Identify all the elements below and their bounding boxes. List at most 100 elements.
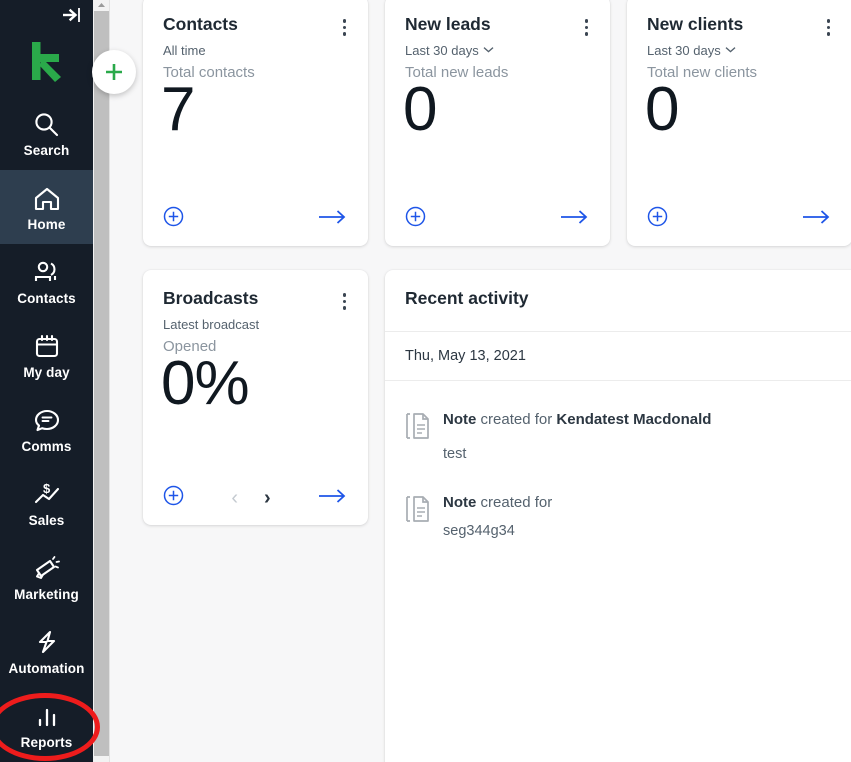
card-metric-value: 7 (161, 74, 195, 144)
card-menu-button[interactable] (339, 288, 351, 315)
sidebar-item-label: Search (23, 143, 70, 159)
sidebar-item-automation[interactable]: Automation (0, 614, 93, 688)
activity-description: Note created for Kendatest Macdonald (443, 411, 711, 428)
card-metric-value: 0% (161, 348, 250, 418)
sidebar-item-label: Marketing (14, 587, 79, 603)
sidebar-item-search[interactable]: Search (0, 96, 93, 170)
card-menu-button[interactable] (339, 14, 351, 41)
activity-connector: created for (480, 493, 553, 511)
main-content: Contacts All time Total contacts 7 New l… (110, 0, 851, 762)
sidebar-item-label: Contacts (17, 291, 76, 307)
add-new-button[interactable] (92, 50, 136, 94)
card-title: Broadcasts (163, 288, 259, 308)
card-footer: ‹ › (143, 485, 368, 511)
calendar-icon (33, 330, 61, 360)
page-scrollbar[interactable] (93, 0, 110, 762)
sidebar-item-contacts[interactable]: Contacts (0, 244, 93, 318)
activity-body: Note created for Kendatest Macdonald tes… (439, 409, 851, 462)
svg-text:$: $ (43, 481, 51, 496)
card-metric-value: 0 (645, 74, 679, 144)
card-header: New clients (627, 0, 851, 41)
arrow-right-icon[interactable] (802, 209, 832, 230)
lightning-bolt-icon (33, 626, 61, 656)
activity-list: Note created for Kendatest Macdonald tes… (385, 381, 851, 539)
plus-circle-icon[interactable] (647, 206, 668, 232)
card-title: New clients (647, 14, 744, 34)
card-contacts[interactable]: Contacts All time Total contacts 7 (143, 0, 368, 246)
sidebar-item-label: Home (27, 217, 66, 233)
card-period-label: Latest broadcast (163, 316, 260, 332)
keap-logo[interactable] (0, 30, 93, 92)
card-metric-value: 0 (403, 74, 437, 144)
plus-circle-icon[interactable] (163, 206, 184, 232)
chat-bubble-icon (33, 404, 61, 434)
activity-type: Note (443, 410, 477, 428)
activity-connector: created for (480, 410, 553, 428)
arrow-right-icon[interactable] (560, 209, 590, 230)
note-document-icon (405, 492, 439, 539)
card-recent-activity: Recent activity Thu, May 13, 2021 Note c… (385, 270, 851, 762)
card-new-clients[interactable]: New clients Last 30 days Total new clien… (627, 0, 851, 246)
card-period-label: Last 30 days (405, 42, 479, 58)
sidebar-item-label: Automation (8, 661, 85, 677)
sidebar-item-home[interactable]: Home (0, 170, 93, 244)
card-period-dropdown[interactable]: Last 30 days (385, 41, 610, 58)
sidebar-collapse-button[interactable] (0, 0, 93, 30)
sidebar-item-my-day[interactable]: My day (0, 318, 93, 392)
card-header: New leads (385, 0, 610, 41)
card-new-leads[interactable]: New leads Last 30 days Total new leads 0 (385, 0, 610, 246)
activity-title: Recent activity (405, 288, 529, 308)
card-title: Contacts (163, 14, 238, 34)
scrollbar-thumb[interactable] (94, 11, 109, 756)
sidebar-item-label: Comms (21, 439, 72, 455)
activity-item[interactable]: Note created for seg344g34 5:21 pm (385, 462, 851, 539)
card-period-label: Last 30 days (647, 42, 721, 58)
activity-date-group: Thu, May 13, 2021 (385, 332, 851, 381)
card-header: Broadcasts (143, 270, 368, 315)
dollar-trend-icon: $ (32, 478, 62, 508)
card-header: Contacts (143, 0, 368, 41)
sidebar-item-label: Reports (20, 735, 73, 751)
sidebar: Search Home Contacts My day Comms $ Sale… (0, 0, 93, 762)
activity-body: Note created for seg344g34 (439, 492, 851, 539)
arrow-right-icon[interactable] (318, 488, 348, 509)
card-period-dropdown[interactable]: Last 30 days (627, 41, 851, 58)
activity-description: Note created for (443, 494, 552, 511)
plus-icon (106, 64, 122, 80)
card-footer (385, 206, 610, 232)
plus-circle-icon[interactable] (163, 485, 184, 511)
activity-detail: test (443, 445, 467, 462)
sidebar-item-label: My day (23, 365, 70, 381)
pager-next-button[interactable]: › (264, 488, 271, 508)
app-root: Search Home Contacts My day Comms $ Sale… (0, 0, 851, 762)
bar-chart-icon (34, 700, 60, 730)
collapse-panel-icon (63, 8, 80, 22)
pager-prev-button[interactable]: ‹ (231, 488, 238, 508)
card-menu-button[interactable] (581, 14, 593, 41)
card-menu-button[interactable] (823, 14, 835, 41)
card-title: New leads (405, 14, 491, 34)
sidebar-item-sales[interactable]: $ Sales (0, 466, 93, 540)
activity-type: Note (443, 493, 477, 511)
scrollbar-up-arrow[interactable] (93, 0, 110, 9)
activity-item[interactable]: Note created for Kendatest Macdonald tes… (385, 395, 851, 462)
card-footer (143, 206, 368, 232)
chevron-down-icon (483, 44, 494, 56)
sidebar-item-reports[interactable]: Reports (0, 688, 93, 762)
sidebar-item-label: Sales (28, 513, 65, 529)
search-icon (33, 108, 60, 138)
activity-detail: seg344g34 (443, 523, 515, 540)
plus-circle-icon[interactable] (405, 206, 426, 232)
sidebar-item-comms[interactable]: Comms (0, 392, 93, 466)
card-broadcasts[interactable]: Broadcasts Latest broadcast Opened 0% ‹ (143, 270, 368, 525)
home-icon (32, 182, 62, 212)
note-document-icon (405, 409, 439, 462)
card-footer (627, 206, 851, 232)
card-period-label: All time (163, 42, 206, 58)
contacts-icon (32, 256, 62, 286)
broadcast-pager: ‹ › (231, 488, 270, 508)
activity-header: Recent activity (385, 270, 851, 332)
sidebar-item-marketing[interactable]: Marketing (0, 540, 93, 614)
arrow-right-icon[interactable] (318, 209, 348, 230)
megaphone-icon (32, 552, 62, 582)
